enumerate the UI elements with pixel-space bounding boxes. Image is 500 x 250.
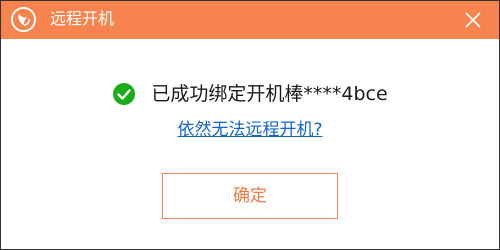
- status-message: 已成功绑定开机棒****4bce: [151, 83, 388, 105]
- still-cannot-boot-link[interactable]: 依然无法远程开机?: [1, 118, 499, 142]
- bird-logo-icon: [10, 6, 37, 33]
- close-icon[interactable]: [463, 10, 483, 30]
- window-title: 远程开机: [50, 9, 115, 28]
- status-message-row: 已成功绑定开机棒****4bce: [1, 81, 499, 107]
- confirm-button[interactable]: 确定: [162, 173, 338, 219]
- remote-boot-dialog: 远程开机 已成功绑定开机棒****4bce 依然无法远程开机? 确定: [0, 0, 500, 250]
- title-bar[interactable]: 远程开机: [1, 1, 499, 39]
- check-circle-icon: [113, 83, 136, 105]
